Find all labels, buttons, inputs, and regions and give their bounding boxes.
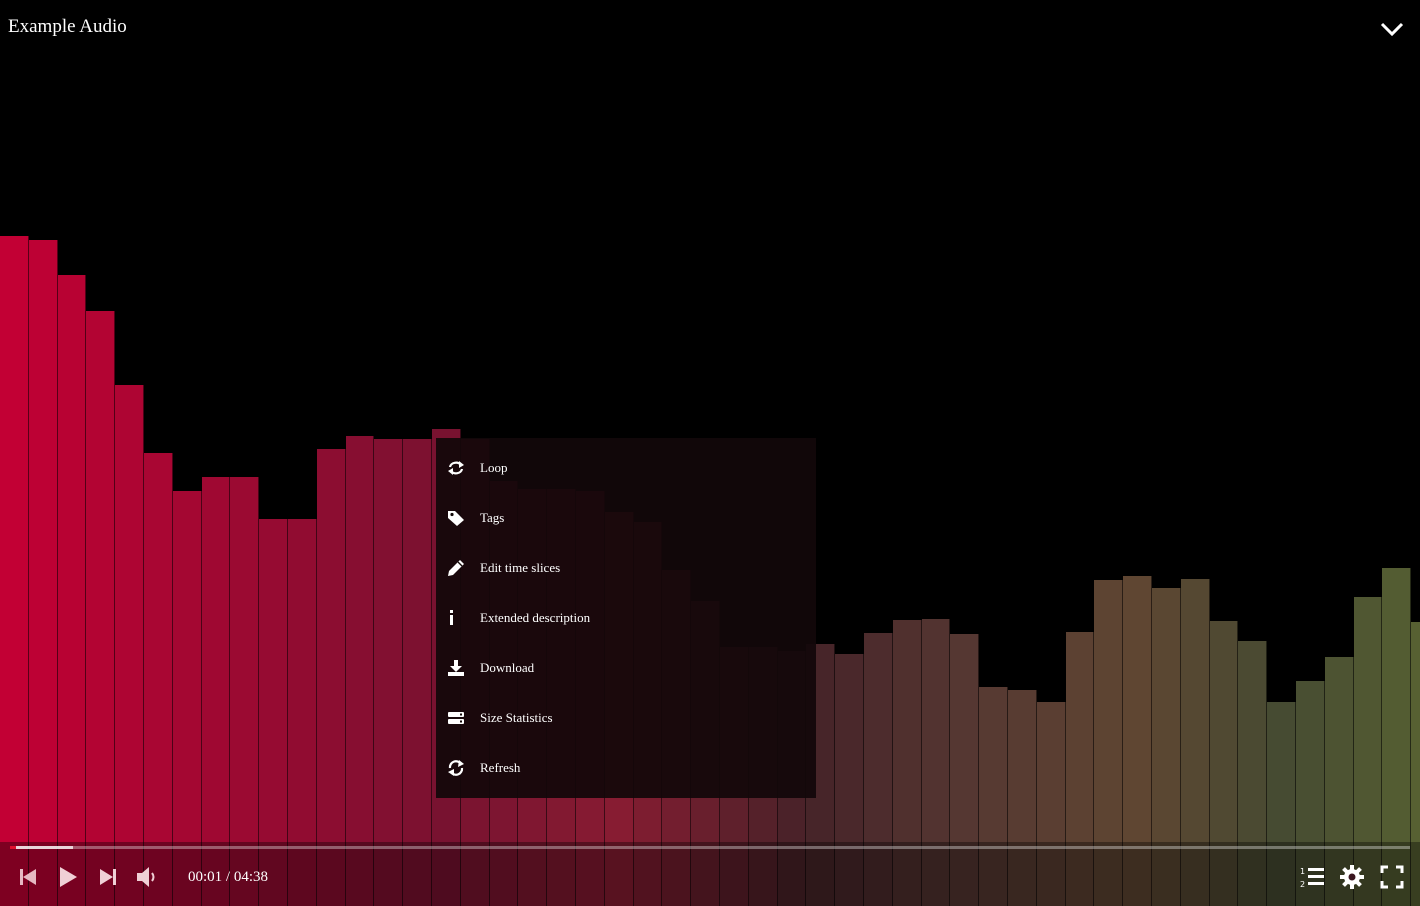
visualizer-bar bbox=[374, 439, 404, 906]
visualizer-bar bbox=[57, 275, 87, 906]
play-button[interactable] bbox=[54, 863, 82, 891]
fullscreen-icon bbox=[1380, 865, 1404, 889]
visualizer-bar bbox=[403, 439, 432, 906]
visualizer-bar bbox=[316, 449, 346, 906]
menu-item-loop[interactable]: Loop bbox=[436, 448, 816, 488]
mute-button[interactable] bbox=[134, 863, 162, 891]
settings-button[interactable] bbox=[1338, 863, 1366, 891]
collapse-button[interactable] bbox=[1378, 18, 1406, 40]
skip-previous-icon bbox=[20, 869, 36, 885]
buffered-progress bbox=[10, 846, 73, 849]
menu-item-size-statistics[interactable]: Size Statistics bbox=[436, 698, 816, 738]
play-icon bbox=[60, 867, 77, 887]
chapters-button[interactable]: 12 bbox=[1298, 863, 1326, 891]
menu-item-label: Edit time slices bbox=[480, 560, 561, 575]
menu-item-label: Loop bbox=[480, 460, 508, 475]
size-statistics-icon bbox=[446, 708, 466, 728]
context-menu: Loop Tags Edit time slices Extended desc… bbox=[436, 438, 816, 798]
menu-item-download[interactable]: Download bbox=[436, 648, 816, 688]
page-title: Example Audio bbox=[8, 16, 127, 37]
next-button[interactable] bbox=[94, 863, 122, 891]
progress-bar[interactable] bbox=[10, 846, 1410, 849]
loop-icon bbox=[446, 458, 466, 478]
tag-icon bbox=[446, 508, 466, 528]
visualizer-bar bbox=[28, 240, 58, 906]
previous-button[interactable] bbox=[14, 863, 42, 891]
pencil-icon bbox=[446, 558, 466, 578]
skip-next-icon bbox=[100, 869, 116, 885]
current-time: 00:01 bbox=[188, 869, 223, 885]
visualizer-bar bbox=[115, 385, 144, 906]
menu-item-refresh[interactable]: Refresh bbox=[436, 748, 816, 788]
visualizer-bar bbox=[345, 435, 375, 906]
visualizer-bar bbox=[144, 453, 173, 906]
menu-item-label: Tags bbox=[480, 510, 505, 525]
chevron-down-icon bbox=[1380, 22, 1404, 37]
menu-item-label: Download bbox=[480, 660, 535, 675]
menu-item-tags[interactable]: Tags bbox=[436, 498, 816, 538]
svg-text:1: 1 bbox=[1300, 867, 1305, 876]
duration: 04:38 bbox=[233, 869, 269, 885]
visualizer-bar bbox=[0, 235, 29, 906]
refresh-icon bbox=[446, 758, 466, 778]
played-progress bbox=[10, 846, 16, 849]
menu-item-label: Extended description bbox=[480, 610, 591, 625]
download-icon bbox=[446, 658, 466, 678]
menu-item-extended-description[interactable]: Extended description bbox=[436, 598, 816, 638]
menu-item-edit-time-slices[interactable]: Edit time slices bbox=[436, 548, 816, 588]
visualizer-bar bbox=[86, 310, 116, 906]
fullscreen-button[interactable] bbox=[1378, 863, 1406, 891]
time-separator: / bbox=[225, 869, 231, 885]
menu-item-label: Size Statistics bbox=[480, 710, 553, 725]
svg-text:2: 2 bbox=[1300, 880, 1305, 889]
volume-icon bbox=[137, 867, 155, 887]
numbered-list-icon: 12 bbox=[1300, 867, 1324, 889]
menu-item-label: Refresh bbox=[480, 760, 521, 775]
gear-icon bbox=[1340, 865, 1364, 889]
info-icon bbox=[446, 608, 466, 628]
time-display: 00:01 / 04:38 bbox=[188, 869, 268, 886]
